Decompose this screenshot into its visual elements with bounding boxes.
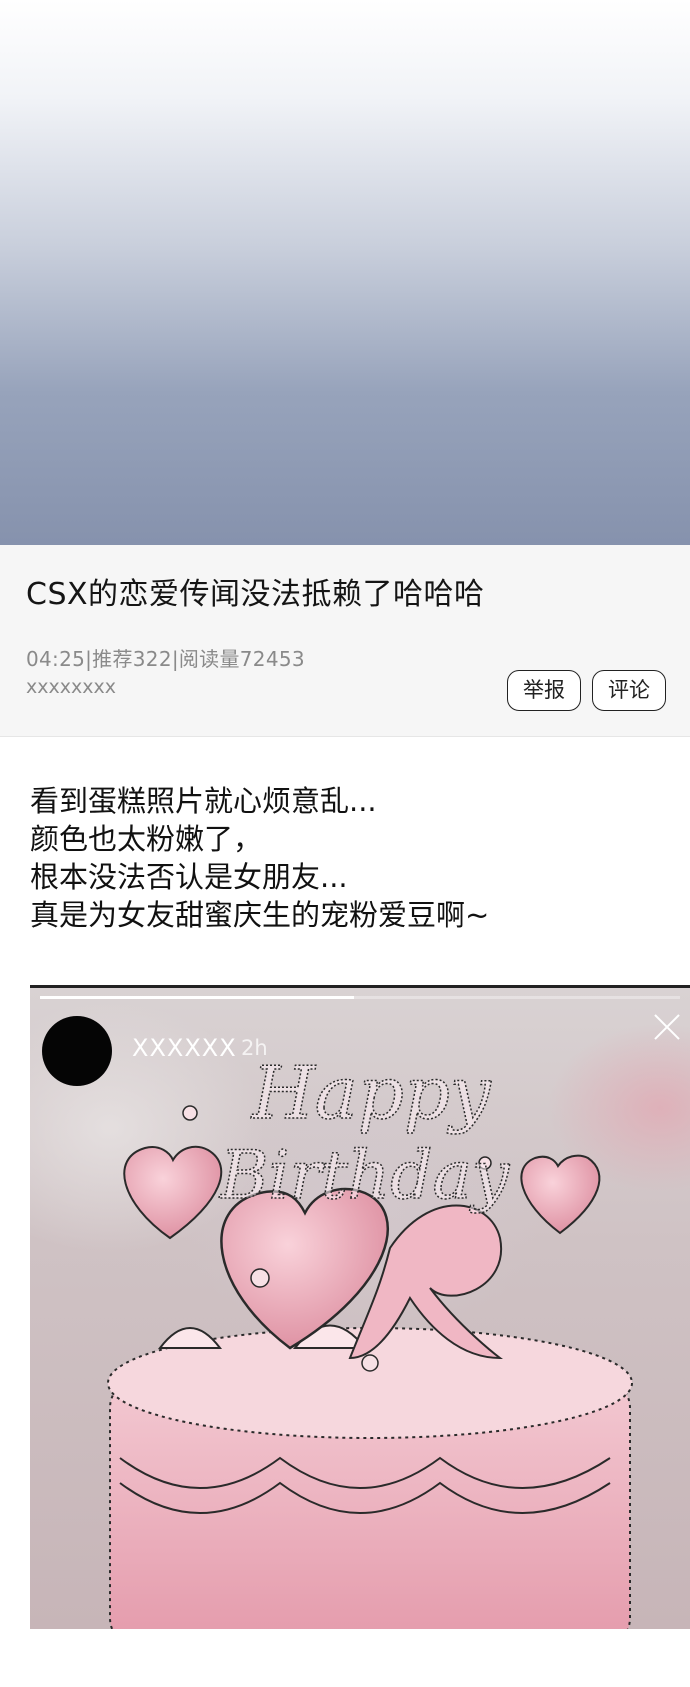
story-progress-fill	[40, 996, 354, 999]
body-line: 看到蛋糕照片就心烦意乱...	[30, 784, 377, 818]
close-icon[interactable]	[650, 1010, 684, 1044]
comment-button[interactable]: 评论	[592, 670, 666, 711]
topper-text-happy: Happy	[250, 1051, 492, 1135]
body-line: 真是为女友甜蜜庆生的宠粉爱豆啊~	[30, 898, 490, 932]
pearl	[361, 1354, 379, 1372]
post-body: 看到蛋糕照片就心烦意乱... 颜色也太粉嫩了， 根本没法否认是女朋友... 真是…	[30, 782, 489, 934]
pearl	[250, 1268, 270, 1288]
body-line: 根本没法否认是女朋友...	[30, 860, 348, 894]
post-header: CSX的恋爱传闻没法抵赖了哈哈哈 04:25|推荐322|阅读量72453 xx…	[0, 545, 690, 737]
post-title: CSX的恋爱传闻没法抵赖了哈哈哈	[26, 577, 485, 612]
post-meta: 04:25|推荐322|阅读量72453	[26, 647, 305, 671]
body-line: 颜色也太粉嫩了，	[30, 822, 263, 856]
cake-heart-small	[123, 1145, 223, 1240]
hero-banner	[0, 0, 690, 545]
story-time: 2h	[241, 1036, 268, 1060]
meringue	[157, 1327, 223, 1349]
cake-illustration: Happy Birthday	[107, 1050, 633, 1629]
cake-heart-small	[520, 1154, 601, 1235]
story-username[interactable]: XXXXXX	[132, 1034, 237, 1062]
story-progress-track	[40, 996, 680, 999]
topper-text-birthday: Birthday	[219, 1137, 510, 1214]
story-image[interactable]: Happy Birthday XXXXXX 2h	[30, 985, 690, 1629]
pearl	[182, 1105, 198, 1121]
post-author[interactable]: xxxxxxxx	[26, 676, 116, 698]
avatar[interactable]	[42, 1016, 112, 1086]
report-button[interactable]: 举报	[507, 670, 581, 711]
